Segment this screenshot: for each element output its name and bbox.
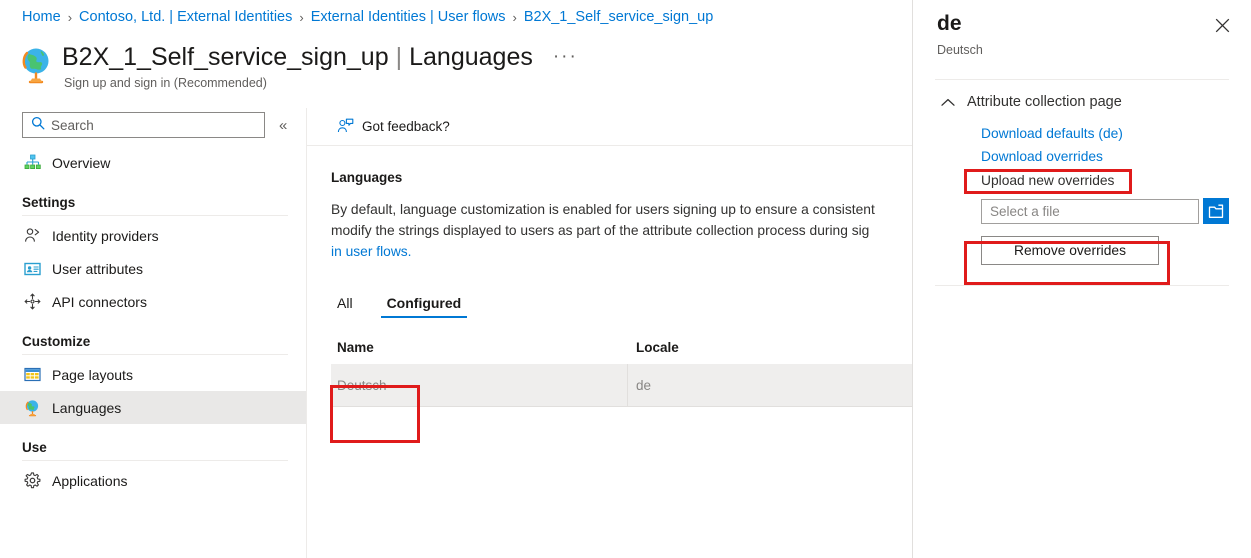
table-cell-locale: de	[636, 377, 652, 393]
search-icon	[31, 116, 45, 135]
sidebar-item-label: Overview	[52, 154, 111, 171]
table-row[interactable]: Deutsch de	[331, 364, 912, 407]
sidebar: « Overview Settings	[0, 108, 306, 558]
breadcrumb-separator: ›	[299, 9, 304, 25]
sidebar-item-user-attributes[interactable]: User attributes	[0, 252, 306, 285]
sidebar-item-api-connectors[interactable]: API connectors	[0, 285, 306, 318]
collapse-sidebar-button[interactable]: «	[279, 118, 287, 133]
description-learn-more-link[interactable]: in user flows.	[331, 241, 912, 262]
remove-overrides-button[interactable]: Remove overrides	[981, 236, 1159, 265]
column-header-locale: Locale	[636, 340, 679, 355]
api-connectors-icon	[22, 292, 42, 312]
sidebar-item-identity-providers[interactable]: Identity providers	[0, 219, 306, 252]
attribute-collection-page-accordion[interactable]: Attribute collection page	[913, 80, 1251, 110]
sidebar-item-label: User attributes	[52, 260, 144, 277]
section-description: By default, language customization is en…	[331, 199, 912, 262]
table-header-row: Name Locale	[331, 340, 912, 364]
file-upload-row	[981, 198, 1251, 224]
applications-icon	[22, 471, 42, 491]
more-options-button[interactable]: ···	[553, 47, 578, 66]
sidebar-group-use: Use	[0, 440, 306, 461]
divider	[22, 215, 288, 216]
sidebar-item-page-layouts[interactable]: Page layouts	[0, 358, 306, 391]
description-line: modify the strings displayed to users as…	[331, 223, 870, 238]
column-header-name: Name	[337, 340, 374, 355]
page-title-section: Languages	[409, 43, 533, 71]
user-attributes-icon	[22, 259, 42, 279]
page-subtitle: Sign up and sign in (Recommended)	[64, 76, 267, 90]
breadcrumb-item-home[interactable]: Home	[22, 9, 61, 25]
breadcrumb-separator: ›	[512, 9, 517, 25]
sidebar-item-label: Applications	[52, 472, 128, 489]
panel-title: de	[937, 12, 962, 35]
page-header: B2X_1_Self_service_sign_up | Languages ·…	[18, 42, 578, 90]
breadcrumb-item-contoso[interactable]: Contoso, Ltd. | External Identities	[79, 9, 292, 25]
languages-panel: Languages By default, language customiza…	[307, 146, 912, 407]
sidebar-item-label: Page layouts	[52, 366, 133, 383]
breadcrumb-item-user-flows[interactable]: External Identities | User flows	[311, 9, 506, 25]
select-file-input[interactable]	[981, 198, 1199, 224]
got-feedback-button[interactable]: Got feedback?	[331, 114, 456, 139]
page-title-separator: |	[395, 43, 403, 71]
identity-providers-icon	[22, 226, 42, 246]
search-box[interactable]	[22, 112, 265, 138]
sidebar-search-row: «	[0, 108, 306, 138]
globe-icon	[18, 45, 56, 85]
download-overrides-link[interactable]: Download overrides	[981, 145, 1251, 168]
sidebar-group-label: Use	[22, 440, 47, 455]
folder-open-icon[interactable]	[1203, 198, 1229, 224]
main-content: Got feedback? Languages By default, lang…	[306, 108, 912, 558]
divider	[22, 354, 288, 355]
page-title-name: B2X_1_Self_service_sign_up	[62, 43, 389, 71]
sidebar-group-label: Settings	[22, 195, 76, 210]
download-defaults-link[interactable]: Download defaults (de)	[981, 122, 1251, 145]
panel-header: de Deutsch	[913, 0, 1251, 57]
page-layouts-icon	[22, 365, 42, 385]
sidebar-item-languages[interactable]: Languages	[0, 391, 306, 424]
page-title: B2X_1_Self_service_sign_up | Languages ·…	[62, 42, 578, 72]
breadcrumb: Home › Contoso, Ltd. | External Identiti…	[22, 9, 713, 25]
breadcrumb-item-user-flow-name[interactable]: B2X_1_Self_service_sign_up	[524, 9, 713, 25]
sidebar-item-label: Identity providers	[52, 227, 159, 244]
sidebar-group-settings: Settings	[0, 195, 306, 216]
divider	[22, 460, 288, 461]
table-cell-name: Deutsch	[331, 364, 628, 406]
command-bar: Got feedback?	[307, 108, 912, 146]
chevron-up-icon	[939, 98, 957, 107]
accordion-label: Attribute collection page	[967, 94, 1122, 110]
sidebar-group-label: Customize	[22, 334, 91, 349]
language-tabs: All Configured	[331, 288, 912, 318]
close-icon[interactable]	[1209, 12, 1235, 38]
search-input[interactable]	[51, 117, 241, 133]
sidebar-item-applications[interactable]: Applications	[0, 464, 306, 497]
sidebar-item-label: API connectors	[52, 293, 147, 310]
feedback-person-icon	[337, 118, 354, 135]
languages-icon	[22, 398, 42, 418]
panel-subtitle: Deutsch	[937, 43, 983, 57]
description-line: By default, language customization is en…	[331, 202, 875, 217]
divider	[935, 285, 1229, 286]
got-feedback-label: Got feedback?	[362, 119, 450, 134]
sidebar-item-overview[interactable]: Overview	[0, 146, 306, 179]
overview-icon	[22, 153, 42, 173]
azure-portal-screen: Home › Contoso, Ltd. | External Identiti…	[0, 0, 1251, 558]
sidebar-item-label: Languages	[52, 399, 122, 416]
attribute-collection-page-body: Download defaults (de) Download override…	[913, 110, 1251, 265]
language-details-panel: de Deutsch Attribute collection page Dow…	[912, 0, 1251, 558]
sidebar-group-customize: Customize	[0, 334, 306, 355]
breadcrumb-separator: ›	[67, 9, 73, 25]
section-title: Languages	[331, 170, 403, 185]
languages-table: Name Locale Deutsch de	[331, 340, 912, 407]
tab-all[interactable]: All	[331, 295, 359, 318]
upload-new-overrides-label: Upload new overrides	[981, 173, 1115, 188]
tab-configured[interactable]: Configured	[380, 295, 468, 318]
